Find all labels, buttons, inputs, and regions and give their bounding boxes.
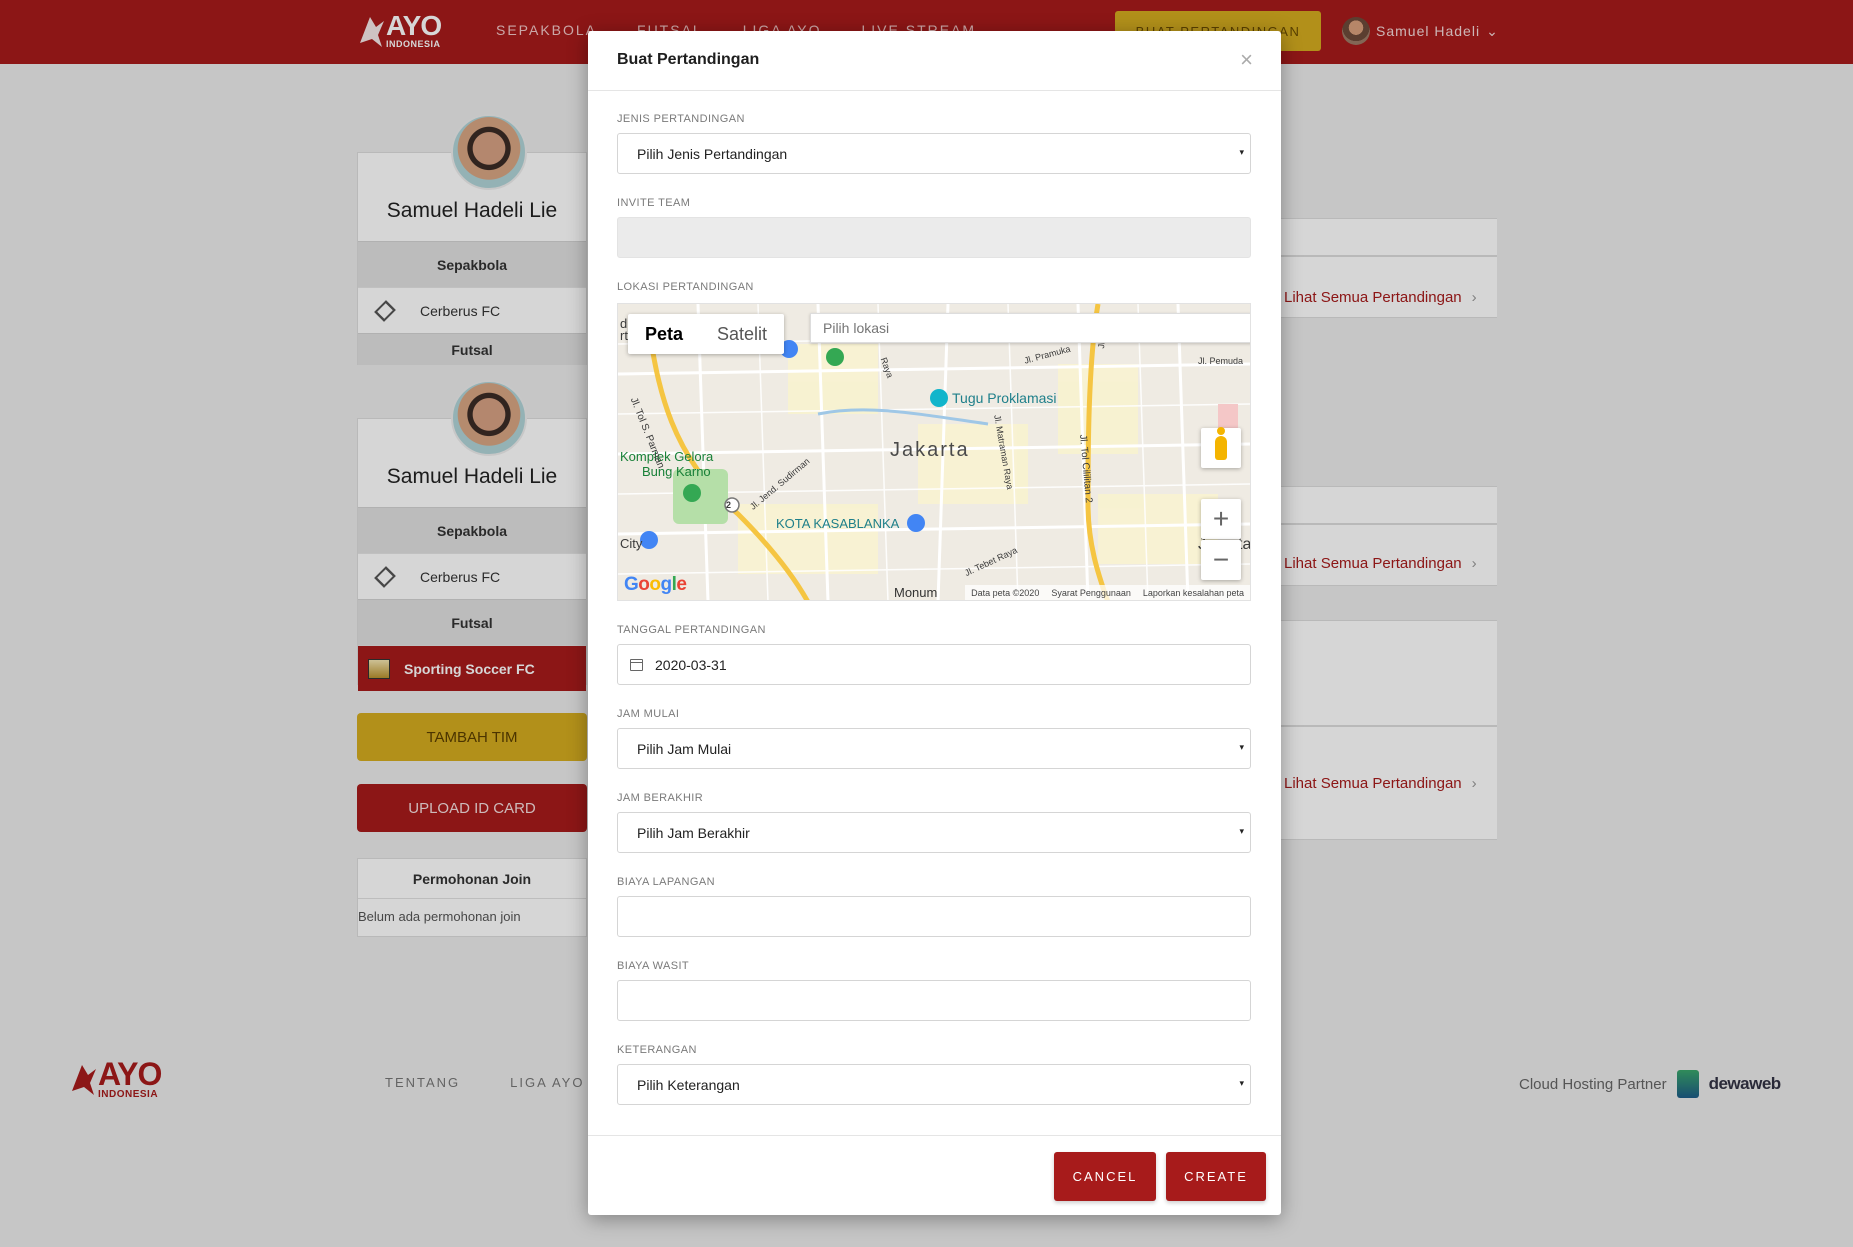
map-label-edge: Monum: [894, 585, 938, 600]
buat-pertandingan-modal: Buat Pertandingan × JENIS PERTANDINGAN P…: [588, 31, 1281, 1215]
jam-berakhir-select[interactable]: Pilih Jam Berakhir ▾: [617, 812, 1251, 853]
map-label-landmark: Tugu Proklamasi: [952, 390, 1057, 406]
tanggal-date-input[interactable]: 2020-03-31: [617, 644, 1251, 685]
lokasi-label: LOKASI PERTANDINGAN: [617, 281, 754, 293]
biaya-wasit-label: BIAYA WASIT: [617, 960, 690, 972]
create-button[interactable]: CREATE: [1166, 1152, 1266, 1201]
invite-team-input: [617, 217, 1251, 258]
map-label-edge: rt: [620, 328, 628, 343]
google-logo: Google: [624, 574, 687, 595]
calendar-icon: [630, 658, 643, 671]
map-type-toggle: Peta Satelit: [628, 314, 785, 354]
map-report-link[interactable]: Laporkan kesalahan peta: [1143, 588, 1244, 598]
zoom-in-button[interactable]: +: [1201, 499, 1241, 539]
map-label-edge: City: [620, 536, 643, 551]
caret-down-icon: ▾: [1239, 1078, 1244, 1088]
biaya-lapangan-input[interactable]: [617, 896, 1251, 937]
jam-mulai-select[interactable]: Pilih Jam Mulai ▾: [617, 728, 1251, 769]
tanggal-label: TANGGAL PERTANDINGAN: [617, 624, 766, 636]
jam-mulai-value: Pilih Jam Mulai: [637, 740, 732, 757]
map-terms-link[interactable]: Syarat Penggunaan: [1051, 588, 1131, 598]
map-label-landmark: Komplek Gelora: [620, 449, 714, 464]
map-tab-satelit[interactable]: Satelit: [700, 314, 784, 354]
map-attribution: Data peta ©2020 Syarat Penggunaan Lapork…: [965, 585, 1250, 600]
caret-down-icon: ▾: [1239, 826, 1244, 836]
cancel-button[interactable]: CANCEL: [1054, 1152, 1156, 1201]
keterangan-value: Pilih Keterangan: [637, 1076, 740, 1093]
map-label-road: Jl. Pemuda: [1198, 356, 1244, 366]
tanggal-value: 2020-03-31: [655, 656, 727, 673]
modal-header: Buat Pertandingan ×: [588, 31, 1281, 91]
biaya-lapangan-label: BIAYA LAPANGAN: [617, 876, 715, 888]
jenis-value: Pilih Jenis Pertandingan: [637, 145, 788, 162]
map-label-city: Jakarta: [890, 439, 970, 461]
caret-down-icon: ▾: [1239, 147, 1244, 157]
close-icon[interactable]: ×: [1240, 47, 1253, 73]
zoom-out-button[interactable]: −: [1201, 540, 1241, 580]
map-tab-peta[interactable]: Peta: [628, 314, 700, 354]
invite-label: INVITE TEAM: [617, 197, 691, 209]
keterangan-select[interactable]: Pilih Keterangan ▾: [617, 1064, 1251, 1105]
modal-title: Buat Pertandingan: [617, 51, 760, 68]
biaya-wasit-input[interactable]: [617, 980, 1251, 1021]
jenis-label: JENIS PERTANDINGAN: [617, 113, 745, 125]
map-label-landmark: KOTA KASABLANKA: [776, 516, 900, 531]
pegman-icon: [1215, 427, 1227, 460]
jam-berakhir-label: JAM BERAKHIR: [617, 792, 704, 804]
map-label-landmark: Bung Karno: [642, 464, 711, 479]
street-view-button[interactable]: [1201, 427, 1241, 468]
jenis-pertandingan-select[interactable]: Pilih Jenis Pertandingan ▾: [617, 133, 1251, 174]
caret-down-icon: ▾: [1239, 742, 1244, 752]
map-data-credit: Data peta ©2020: [971, 587, 1040, 598]
jam-mulai-label: JAM MULAI: [617, 708, 680, 720]
modal-footer-divider: [588, 1135, 1281, 1136]
route-badge: 2: [726, 500, 732, 510]
location-map[interactable]: Jakarta Tugu Proklamasi Komplek Gelora B…: [617, 303, 1251, 601]
map-search-input[interactable]: [810, 313, 1250, 343]
jam-berakhir-value: Pilih Jam Berakhir: [637, 824, 750, 841]
keterangan-label: KETERANGAN: [617, 1044, 697, 1056]
